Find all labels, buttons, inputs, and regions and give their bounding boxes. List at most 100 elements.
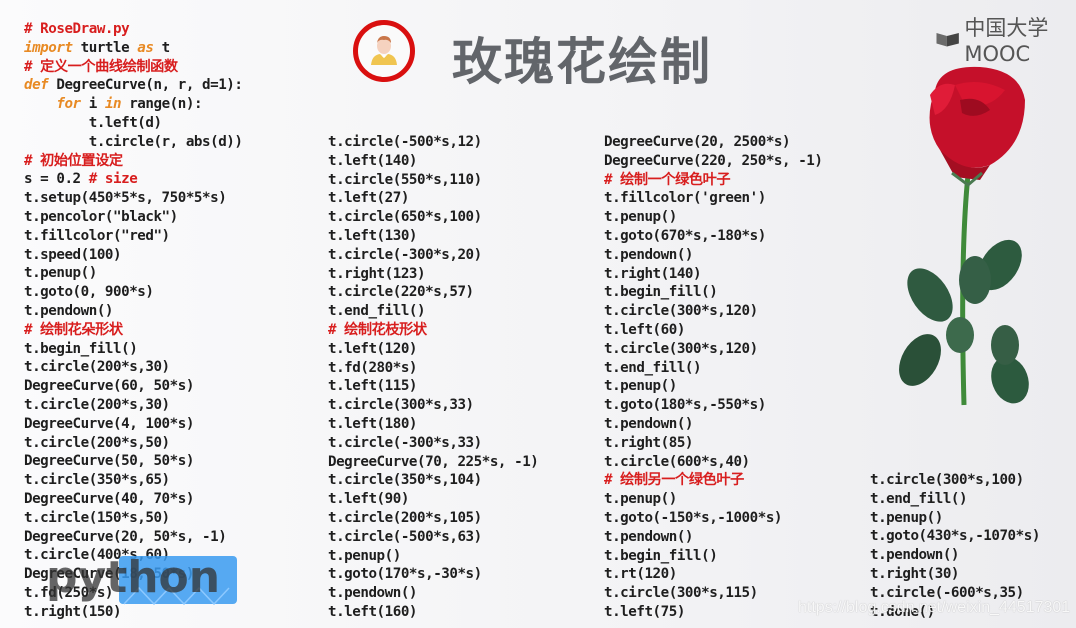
code-line: t.circle(-300*s,33) xyxy=(328,434,482,451)
keyword: as xyxy=(137,39,154,56)
code-line: s = 0.2 # size xyxy=(24,170,242,189)
code-line: t.goto(170*s,-30*s) xyxy=(328,566,482,583)
code-line: t.circle(300*s,120) xyxy=(604,303,758,320)
python-logo-text: python xyxy=(46,552,220,603)
inline-comment: # size xyxy=(88,171,138,188)
python-logo-watermark: python xyxy=(46,552,237,606)
code-line: t.right(30) xyxy=(870,565,960,582)
code-line: DegreeCurve(40, 70*s) xyxy=(24,490,194,507)
code-line: DegreeCurve(4, 100*s) xyxy=(24,415,194,432)
code-line: t.circle(300*s,115) xyxy=(604,585,758,602)
code-line: t.goto(430*s,-1070*s) xyxy=(870,528,1040,545)
code-line: DegreeCurve(50, 50*s) xyxy=(24,453,194,470)
code-line: t.penup() xyxy=(328,547,401,564)
code-line: t.left(75) xyxy=(604,603,685,620)
code-line: t.left(160) xyxy=(328,603,418,620)
code-line: t.end_fill() xyxy=(328,303,426,320)
code-line: t.penup() xyxy=(604,378,677,395)
keyword: def xyxy=(24,77,49,94)
code-line: t.circle(-500*s,12) xyxy=(328,134,482,150)
code-line: t.pendown() xyxy=(604,246,694,263)
code-line: t.pendown() xyxy=(604,528,694,545)
code-line: t.circle(200*s,30) xyxy=(24,359,170,376)
code-line: t.right(123) xyxy=(328,265,426,282)
code-line: t.setup(450*5*s, 750*5*s) xyxy=(24,190,227,207)
code-line: t.penup() xyxy=(604,491,677,508)
code-line: t.begin_fill() xyxy=(24,340,138,357)
page-title: 玫瑰花绘制 xyxy=(452,33,712,91)
code-line: t.left(d) xyxy=(24,114,162,131)
mooc-logo-icon xyxy=(936,33,959,47)
code-line: t.goto(0, 900*s) xyxy=(24,284,154,301)
code-line: t.circle(200*s,30) xyxy=(24,396,170,413)
watermark-url: https://blog.csdn.net/weixin_44517301 xyxy=(798,599,1071,616)
code-line: t.left(180) xyxy=(328,415,418,432)
code-line: t.fillcolor('green') xyxy=(604,190,766,207)
code-column-3: DegreeCurve(20, 2500*s) DegreeCurve(220, … xyxy=(604,133,823,622)
code-line: t.circle(-300*s,20) xyxy=(328,246,482,263)
code-line: t.circle(-500*s,63) xyxy=(328,528,482,545)
code-line: t.circle(200*s,105) xyxy=(328,509,482,526)
code-line: t.begin_fill() xyxy=(604,284,718,301)
code-line: t.end_fill() xyxy=(604,359,702,376)
code-line: t.begin_fill() xyxy=(604,547,718,564)
code-line: t.fillcolor("red") xyxy=(24,227,170,244)
code-comment-line: # 定义一个曲线绘制函数 xyxy=(24,58,178,75)
code-line: t.pendown() xyxy=(870,547,960,564)
code-line: t.penup() xyxy=(604,209,677,226)
code-column-2: t.circle(-500*s,12) t.left(140) t.circle(5… xyxy=(328,133,539,622)
code-line: DegreeCurve(20, 50*s, -1) xyxy=(24,528,227,545)
code-line: t.circle(150*s,50) xyxy=(24,509,170,526)
code-line: DegreeCurve(220, 250*s, -1) xyxy=(604,152,823,169)
code-line: DegreeCurve(60, 50*s) xyxy=(24,378,194,395)
code-line: t.pencolor("black") xyxy=(24,208,178,225)
keyword: import xyxy=(24,39,73,56)
code-line: t.goto(180*s,-550*s) xyxy=(604,397,766,414)
code-line: t.right(140) xyxy=(604,265,702,282)
code-line: t.pendown() xyxy=(328,585,418,602)
code-line: t.left(120) xyxy=(328,340,418,357)
code-line: t.left(115) xyxy=(328,378,418,395)
teacher-avatar-icon xyxy=(353,20,415,82)
code-line: DegreeCurve(20, 2500*s) xyxy=(604,134,791,150)
code-line: t.circle(220*s,57) xyxy=(328,284,474,301)
code-line: t.goto(670*s,-180*s) xyxy=(604,227,766,244)
code-line: t.circle(550*s,110) xyxy=(328,171,482,188)
code-line: t.pendown() xyxy=(24,302,114,319)
code-line: t.circle(350*s,104) xyxy=(328,472,482,489)
code-text: s = 0.2 xyxy=(24,171,89,188)
code-line: t.circle(300*s,33) xyxy=(328,397,474,414)
code-line: t.left(140) xyxy=(328,152,418,169)
code-comment-line: # RoseDraw.py xyxy=(24,21,130,37)
code-line: t.goto(-150*s,-1000*s) xyxy=(604,509,783,526)
code-comment-line: # 绘制一个绿色叶子 xyxy=(604,171,731,188)
code-line: t.left(60) xyxy=(604,321,685,338)
code-line: DegreeCurve(70, 225*s, -1) xyxy=(328,453,539,470)
code-comment-line: # 绘制另一个绿色叶子 xyxy=(604,472,744,489)
code-line: t.circle(r, abs(d)) xyxy=(24,133,243,150)
code-line: t.right(85) xyxy=(604,434,694,451)
keyword: in xyxy=(104,96,122,113)
code-line: t.fd(280*s) xyxy=(328,359,418,376)
code-comment-line: # 绘制花枝形状 xyxy=(328,321,427,338)
code-line: t.end_fill() xyxy=(870,490,968,507)
code-line: t.rt(120) xyxy=(604,566,677,583)
code-line: t.penup() xyxy=(870,509,943,526)
code-line: t.circle(600*s,40) xyxy=(604,453,750,470)
code-line: t.penup() xyxy=(24,265,97,282)
code-line: t.circle(300*s,120) xyxy=(604,340,758,357)
code-column-1: # RoseDraw.py import turtle as t # 定义一个曲线绘… xyxy=(24,20,243,622)
code-line: t.left(130) xyxy=(328,227,418,244)
code-comment-line: # 初始位置设定 xyxy=(24,152,123,169)
code-line: t.speed(100) xyxy=(24,246,122,263)
code-line: t.circle(650*s,100) xyxy=(328,209,482,226)
code-line: t.circle(200*s,50) xyxy=(24,434,170,451)
code-line: t.pendown() xyxy=(604,415,694,432)
code-line: def DegreeCurve(n, r, d=1): xyxy=(24,77,243,94)
code-comment-line: # 绘制花朵形状 xyxy=(24,321,123,338)
code-line: import turtle as t xyxy=(24,39,170,56)
code-line: for i in range(n): xyxy=(56,96,203,113)
red-rose-photo xyxy=(899,66,1029,406)
code-line: t.circle(350*s,65) xyxy=(24,472,170,489)
keyword: for xyxy=(56,96,81,113)
